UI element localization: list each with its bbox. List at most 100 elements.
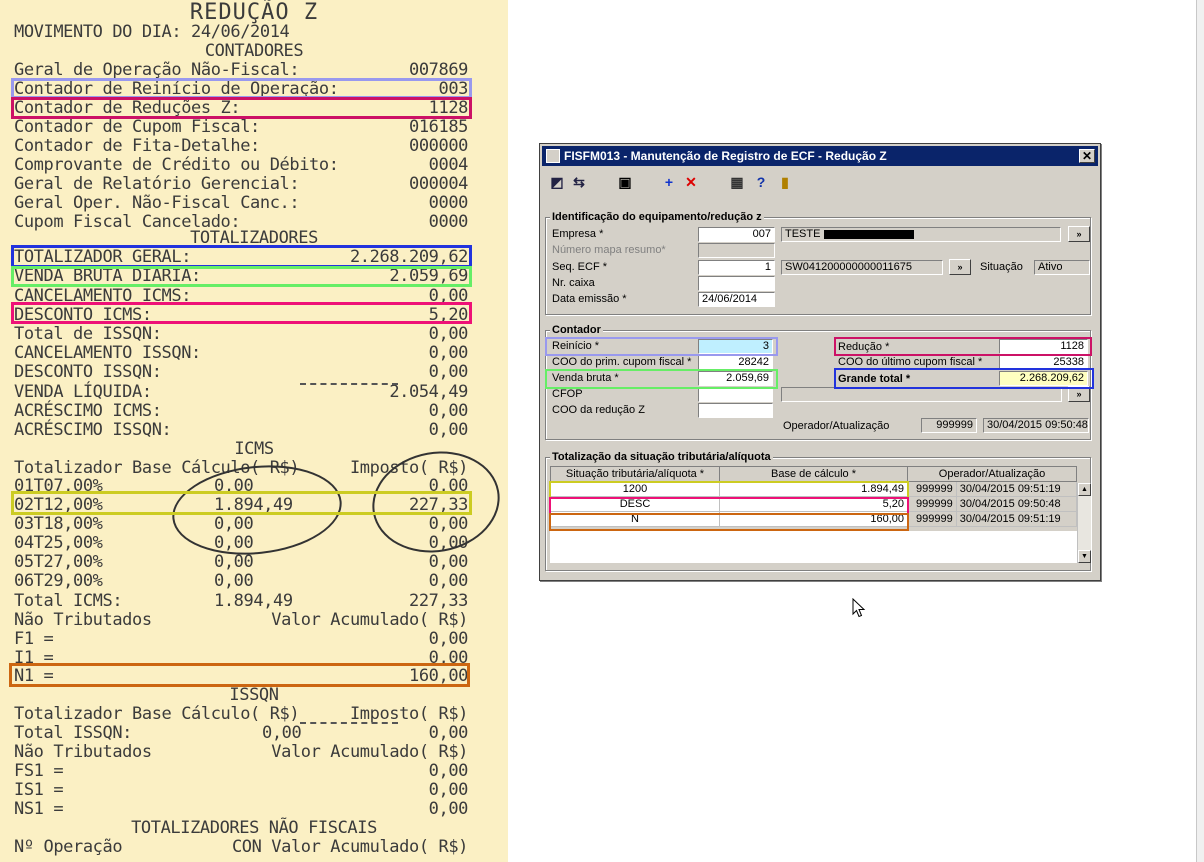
column-header-base[interactable]: Base de cálculo * xyxy=(719,466,908,482)
scroll-down-icon[interactable]: ▼ xyxy=(1078,550,1091,563)
grid-scrollbar[interactable]: ▲ ▼ xyxy=(1077,483,1091,563)
seq-ecf-serial-field: SW041200000000011675 xyxy=(781,260,943,275)
receipt-line: I1 = 0,00 xyxy=(14,648,468,668)
cell-situacao[interactable]: 1200 xyxy=(550,481,720,497)
coo-prim-field[interactable]: 28242 xyxy=(698,355,773,370)
dialog-title: FISFM013 - Manutenção de Registro de ECF… xyxy=(564,149,887,163)
scroll-up-icon[interactable]: ▲ xyxy=(1078,483,1091,496)
group-identificacao-title: Identificação do equipamento/redução z xyxy=(550,211,764,223)
close-button[interactable]: ✕ xyxy=(1079,149,1095,163)
operador-field: 999999 xyxy=(921,418,977,433)
cell-data[interactable]: 30/04/2015 09:51:19 xyxy=(955,481,1078,497)
receipt-line: CANCELAMENTO ICMS: 0,00 xyxy=(14,286,468,306)
empresa-name-field: TESTE xyxy=(781,227,1061,242)
group-totalizacao-title: Totalização da situação tributária/alíqu… xyxy=(550,451,773,463)
seq-ecf-lookup-button[interactable]: » xyxy=(949,259,971,275)
receipt-line: F1 = 0,00 xyxy=(14,629,468,649)
situacao-field: Ativo xyxy=(1034,260,1090,275)
receipt-line: 05T27,00% 0,00 0,00 xyxy=(14,552,468,572)
reducao-label: Redução * xyxy=(838,341,890,353)
numero-mapa-field xyxy=(698,243,775,258)
totalizacao-grid-body: 1200 1.894,49 999999 30/04/2015 09:51:19 DES… xyxy=(550,481,1078,527)
add-icon[interactable]: + xyxy=(660,173,678,191)
toolbar: ◩ ⇆ ▣ + ✕ ▦ ? ▮ xyxy=(542,170,1098,194)
receipt-nao-fiscais-columns: Nº Operação CON Valor Acumulado( R$) xyxy=(14,837,468,857)
cell-situacao[interactable]: N xyxy=(550,511,720,527)
column-header-operador[interactable]: Operador/Atualização xyxy=(907,466,1077,482)
data-emissao-label: Data emissão * xyxy=(552,293,627,305)
cfop-label: CFOP xyxy=(552,388,583,400)
receipt-separator xyxy=(300,722,398,724)
receipt-nao-fiscais-header: TOTALIZADORES NÃO FISCAIS xyxy=(131,818,377,838)
receipt-totalizadores-header: TOTALIZADORES xyxy=(190,228,318,248)
cell-base[interactable]: 1.894,49 xyxy=(719,481,908,497)
cell-data[interactable]: 30/04/2015 09:51:19 xyxy=(955,511,1078,527)
help-icon[interactable]: ? xyxy=(752,173,770,191)
receipt-line: Contador de Cupom Fiscal: 016185 xyxy=(14,117,468,137)
reinicio-field[interactable]: 3 xyxy=(698,339,773,354)
table-row[interactable]: 1200 1.894,49 999999 30/04/2015 09:51:19 xyxy=(550,481,1078,497)
receipt-issqn-columns: Totalizador Base Cálculo( R$) Imposto( R… xyxy=(14,704,468,724)
receipt-line: Geral Oper. Não-Fiscal Canc.: 0000 xyxy=(14,193,468,213)
receipt-line: 06T29,00% 0,00 0,00 xyxy=(14,571,468,591)
exit-icon[interactable]: ▮ xyxy=(776,173,794,191)
receipt-line: FS1 = 0,00 xyxy=(14,761,468,781)
reducao-field[interactable]: 1128 xyxy=(999,339,1088,354)
grande-total-label: Grande total * xyxy=(838,373,911,385)
cfop-field[interactable] xyxy=(698,387,773,402)
cell-base[interactable]: 5,20 xyxy=(719,496,908,512)
save-icon[interactable]: ▣ xyxy=(616,173,634,191)
grande-total-field[interactable]: 2.268.209,62 xyxy=(999,371,1088,386)
coo-reducao-label: COO da redução Z xyxy=(552,404,645,416)
nr-caixa-field[interactable] xyxy=(698,276,775,291)
cell-base[interactable]: 160,00 xyxy=(719,511,908,527)
cell-situacao[interactable]: DESC xyxy=(550,496,720,512)
cfop-lookup-button[interactable]: » xyxy=(1068,386,1090,402)
scrollbar-edge xyxy=(1196,0,1204,862)
nr-caixa-label: Nr. caixa xyxy=(552,277,595,289)
empresa-lookup-button[interactable]: » xyxy=(1068,226,1090,242)
receipt-contadores-header: CONTADORES xyxy=(204,41,304,61)
coo-ult-label: COO do último cupom fiscal * xyxy=(838,356,983,368)
receipt-line: N1 = 160,00 xyxy=(14,666,468,686)
coo-ult-field[interactable]: 25338 xyxy=(999,355,1088,370)
venda-bruta-field[interactable]: 2.059,69 xyxy=(698,371,773,386)
receipt-title: REDUÇÃO Z xyxy=(189,0,319,25)
receipt-line: 02T12,00% 1.894,49 227,33 xyxy=(14,495,468,515)
cell-operador[interactable]: 999999 xyxy=(907,481,957,497)
receipt-line: VENDA LÍQUIDA: 2.054,49 xyxy=(14,382,468,402)
cell-operador[interactable]: 999999 xyxy=(907,511,957,527)
receipt-line: Geral de Operação Não-Fiscal: 007869 xyxy=(14,60,468,80)
coo-prim-label: COO do prim. cupom fiscal * xyxy=(552,356,692,368)
receipt-line: ACRÉSCIMO ISSQN: 0,00 xyxy=(14,420,468,440)
grid-empty-area xyxy=(550,531,1077,563)
receipt-line: IS1 = 0,00 xyxy=(14,780,468,800)
receipt-line: Contador de Reduções Z: 1128 xyxy=(14,98,468,118)
swap-icon[interactable]: ⇆ xyxy=(570,173,588,191)
empresa-field[interactable]: 007 xyxy=(698,227,775,242)
cell-operador[interactable]: 999999 xyxy=(907,496,957,512)
coo-reducao-field[interactable] xyxy=(698,403,773,418)
receipt-line: TOTALIZADOR GERAL: 2.268.209,62 xyxy=(14,247,468,267)
receipt-image: REDUÇÃO Z MOVIMENTO DO DIA: 24/06/2014 C… xyxy=(0,0,508,862)
delete-icon[interactable]: ✕ xyxy=(682,173,700,191)
dialog-titlebar[interactable]: FISFM013 - Manutenção de Registro de ECF… xyxy=(542,146,1098,166)
calendar-icon[interactable]: ▦ xyxy=(728,173,746,191)
receipt-issqn-header: ISSQN xyxy=(229,685,279,705)
receipt-line: ACRÉSCIMO ICMS: 0,00 xyxy=(14,401,468,421)
seq-ecf-field[interactable]: 1 xyxy=(698,260,775,275)
receipt-icms-header: ICMS xyxy=(234,439,274,459)
receipt-line: DESCONTO ICMS: 5,20 xyxy=(14,305,468,325)
column-header-situacao[interactable]: Situação tributária/alíquota * xyxy=(550,466,720,482)
table-row[interactable]: N 160,00 999999 30/04/2015 09:51:19 xyxy=(550,511,1078,527)
data-emissao-field[interactable]: 24/06/2014 xyxy=(698,292,775,307)
redacted-block xyxy=(823,229,914,239)
atualizacao-field: 30/04/2015 09:50:48 xyxy=(983,418,1089,433)
cell-data[interactable]: 30/04/2015 09:50:48 xyxy=(955,496,1078,512)
table-row[interactable]: DESC 5,20 999999 30/04/2015 09:50:48 xyxy=(550,496,1078,512)
situacao-label: Situação xyxy=(980,261,1023,273)
receipt-line: VENDA BRUTA DIÁRIA: 2.059,69 xyxy=(14,266,468,286)
receipt-line: Total de ISSQN: 0,00 xyxy=(14,324,468,344)
group-contador-title: Contador xyxy=(550,324,603,336)
first-record-icon[interactable]: ◩ xyxy=(548,173,566,191)
